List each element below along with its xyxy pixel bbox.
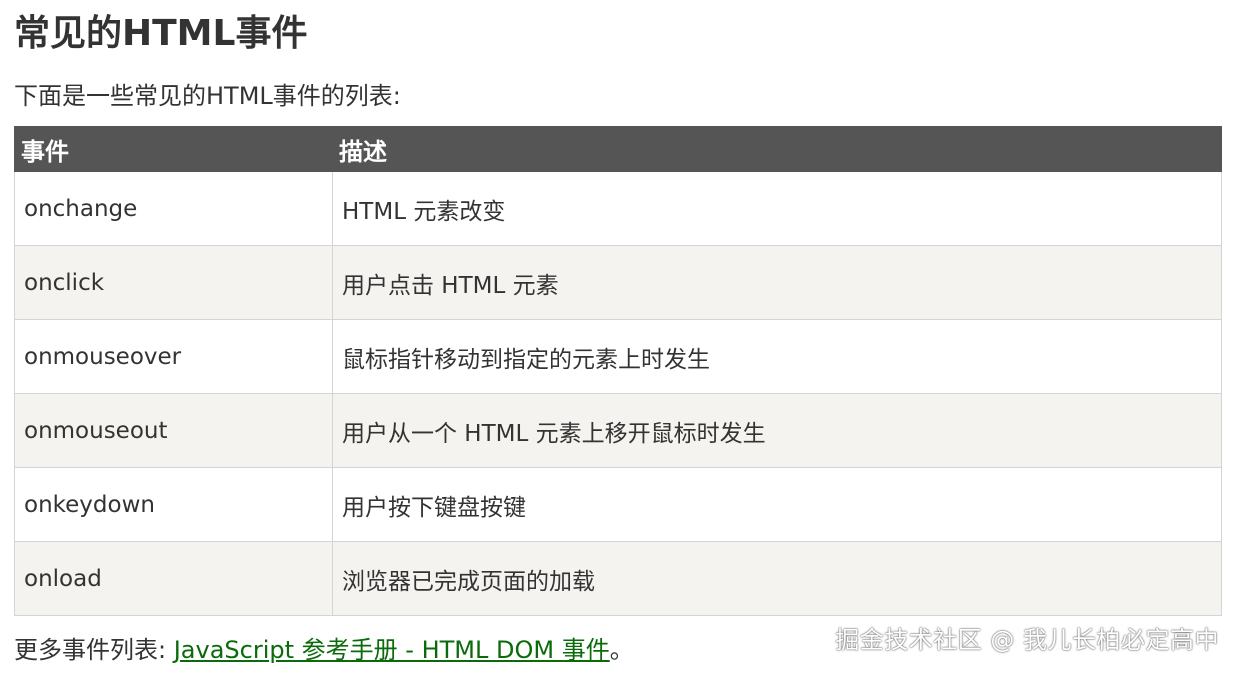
footer-suffix: 。 bbox=[609, 636, 634, 664]
event-description: 用户按下键盘按键 bbox=[332, 467, 1222, 542]
page: 常见的HTML事件 下面是一些常见的HTML事件的列表: 事件 描述 oncha… bbox=[0, 0, 1239, 673]
event-name: onkeydown bbox=[14, 467, 333, 542]
event-description: HTML 元素改变 bbox=[332, 171, 1222, 246]
table-row: onkeydown 用户按下键盘按键 bbox=[14, 467, 1222, 542]
table-header: 事件 描述 bbox=[14, 126, 1222, 172]
table-row: onchange HTML 元素改变 bbox=[14, 171, 1222, 246]
table-row: onmouseout 用户从一个 HTML 元素上移开鼠标时发生 bbox=[14, 393, 1222, 468]
table-body: onchange HTML 元素改变 onclick 用户点击 HTML 元素 … bbox=[14, 171, 1222, 616]
event-name: onmouseover bbox=[14, 319, 333, 394]
table-row: onload 浏览器已完成页面的加载 bbox=[14, 541, 1222, 616]
events-table: 事件 描述 onchange HTML 元素改变 onclick 用户点击 HT… bbox=[14, 126, 1222, 616]
more-events-footer: 更多事件列表: JavaScript 参考手册 - HTML DOM 事件。 bbox=[14, 630, 634, 670]
header-row: 事件 描述 bbox=[14, 126, 1222, 172]
header-description: 描述 bbox=[332, 126, 1222, 172]
watermark: 掘金技术社区 @ 我儿长柏必定高中 bbox=[835, 626, 1219, 654]
event-name: onchange bbox=[14, 171, 333, 246]
table-row: onclick 用户点击 HTML 元素 bbox=[14, 245, 1222, 320]
dom-events-reference-link[interactable]: JavaScript 参考手册 - HTML DOM 事件 bbox=[174, 636, 610, 664]
event-name: onclick bbox=[14, 245, 333, 320]
intro-text: 下面是一些常见的HTML事件的列表: bbox=[14, 82, 401, 110]
footer-prefix: 更多事件列表: bbox=[14, 636, 174, 664]
page-title: 常见的HTML事件 bbox=[14, 13, 308, 54]
header-event: 事件 bbox=[14, 126, 333, 172]
event-description: 浏览器已完成页面的加载 bbox=[332, 541, 1222, 616]
event-name: onload bbox=[14, 541, 333, 616]
event-description: 用户点击 HTML 元素 bbox=[332, 245, 1222, 320]
event-description: 鼠标指针移动到指定的元素上时发生 bbox=[332, 319, 1222, 394]
event-name: onmouseout bbox=[14, 393, 333, 468]
table-row: onmouseover 鼠标指针移动到指定的元素上时发生 bbox=[14, 319, 1222, 394]
event-description: 用户从一个 HTML 元素上移开鼠标时发生 bbox=[332, 393, 1222, 468]
